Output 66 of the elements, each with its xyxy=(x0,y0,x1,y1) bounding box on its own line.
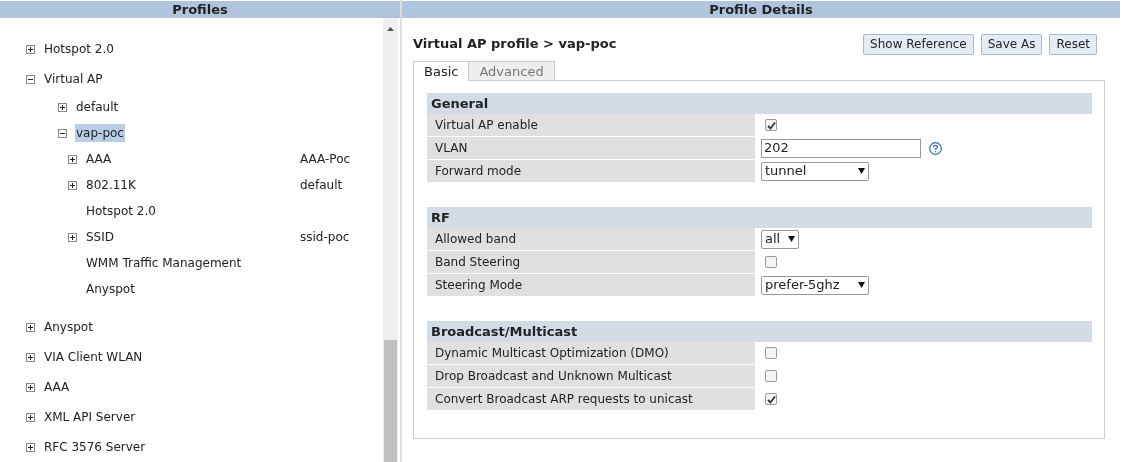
field-label: Band Steering xyxy=(427,251,757,273)
expand-icon[interactable] xyxy=(26,382,35,392)
tree-item[interactable]: AAA xyxy=(85,150,113,168)
tree-item[interactable]: Hotspot 2.0 xyxy=(85,202,157,220)
caret-icon xyxy=(858,168,865,174)
text-field[interactable]: 202 xyxy=(761,138,921,158)
section-header: Broadcast/Multicast xyxy=(427,321,1092,342)
scroll-up-icon[interactable] xyxy=(387,27,394,31)
tree-item-value: ssid-poc xyxy=(300,230,350,244)
collapse-icon[interactable] xyxy=(26,74,35,84)
expand-icon[interactable] xyxy=(26,322,35,332)
tree-item[interactable]: XML API Server xyxy=(43,408,137,426)
section-header: RF xyxy=(427,207,1092,228)
action-button[interactable]: Show Reference xyxy=(863,33,974,55)
scrollbar-thumb[interactable] xyxy=(384,340,397,462)
tree-item[interactable]: vap-poc xyxy=(75,124,125,142)
tree-item[interactable]: default xyxy=(75,98,120,116)
scrollbar[interactable] xyxy=(383,18,398,462)
tree-item[interactable]: SSID xyxy=(85,228,115,246)
expand-icon[interactable] xyxy=(58,102,67,112)
field-label: Drop Broadcast and Unknown Multicast xyxy=(427,365,757,387)
checkbox[interactable] xyxy=(765,393,777,405)
tree-item[interactable]: WMM Traffic Management xyxy=(85,254,243,272)
checkbox[interactable] xyxy=(765,256,777,268)
tree-item[interactable]: Virtual AP xyxy=(43,70,104,88)
checkbox[interactable] xyxy=(765,370,777,382)
field-label: Dynamic Multicast Optimization (DMO) xyxy=(427,342,757,364)
tree-item[interactable]: Hotspot 2.0 xyxy=(43,40,115,58)
tree-item-value: AAA-Poc xyxy=(300,152,351,166)
tree-item[interactable]: AAA xyxy=(43,378,71,396)
dropdown[interactable]: all xyxy=(761,229,800,249)
panel-header: Profiles xyxy=(0,1,400,18)
expand-icon[interactable] xyxy=(68,154,77,164)
tree-item[interactable]: Anyspot xyxy=(85,280,136,298)
expand-icon[interactable] xyxy=(68,180,77,190)
expand-icon[interactable] xyxy=(26,442,35,452)
dropdown[interactable]: prefer-5ghz xyxy=(761,275,869,295)
tree-item[interactable]: VIA Client WLAN xyxy=(43,348,144,366)
expand-icon[interactable] xyxy=(26,412,35,422)
tab[interactable]: Basic xyxy=(413,61,470,81)
dropdown[interactable]: tunnel xyxy=(761,161,869,181)
expand-icon[interactable] xyxy=(68,232,77,242)
field-label: Steering Mode xyxy=(427,274,757,296)
tree-item-value: default xyxy=(300,178,343,192)
expand-icon[interactable] xyxy=(26,352,35,362)
caret-icon xyxy=(788,236,796,242)
collapse-icon[interactable] xyxy=(58,128,67,138)
panel-header: Profile Details xyxy=(402,1,1120,18)
field-label: Forward mode xyxy=(427,160,757,182)
field-label: Allowed band xyxy=(427,228,757,250)
field-label: Virtual AP enable xyxy=(427,114,757,136)
help-icon[interactable] xyxy=(929,141,942,155)
checkbox[interactable] xyxy=(765,347,777,359)
action-button[interactable]: Reset xyxy=(1049,33,1097,55)
tree-item[interactable]: RFC 3576 Server xyxy=(43,438,147,456)
tab[interactable]: Advanced xyxy=(469,61,555,80)
expand-icon[interactable] xyxy=(26,44,35,54)
action-button[interactable]: Save As xyxy=(980,33,1043,55)
section-header: General xyxy=(427,93,1092,114)
caret-icon xyxy=(858,282,865,288)
field-label: VLAN xyxy=(427,137,757,159)
checkbox[interactable] xyxy=(765,119,777,131)
breadcrumb-title: Virtual AP profile > vap-poc xyxy=(413,35,617,54)
field-label: Convert Broadcast ARP requests to unicast xyxy=(427,388,757,410)
tree-item[interactable]: 802.11K xyxy=(85,176,137,194)
tree-item[interactable]: Anyspot xyxy=(43,318,94,336)
